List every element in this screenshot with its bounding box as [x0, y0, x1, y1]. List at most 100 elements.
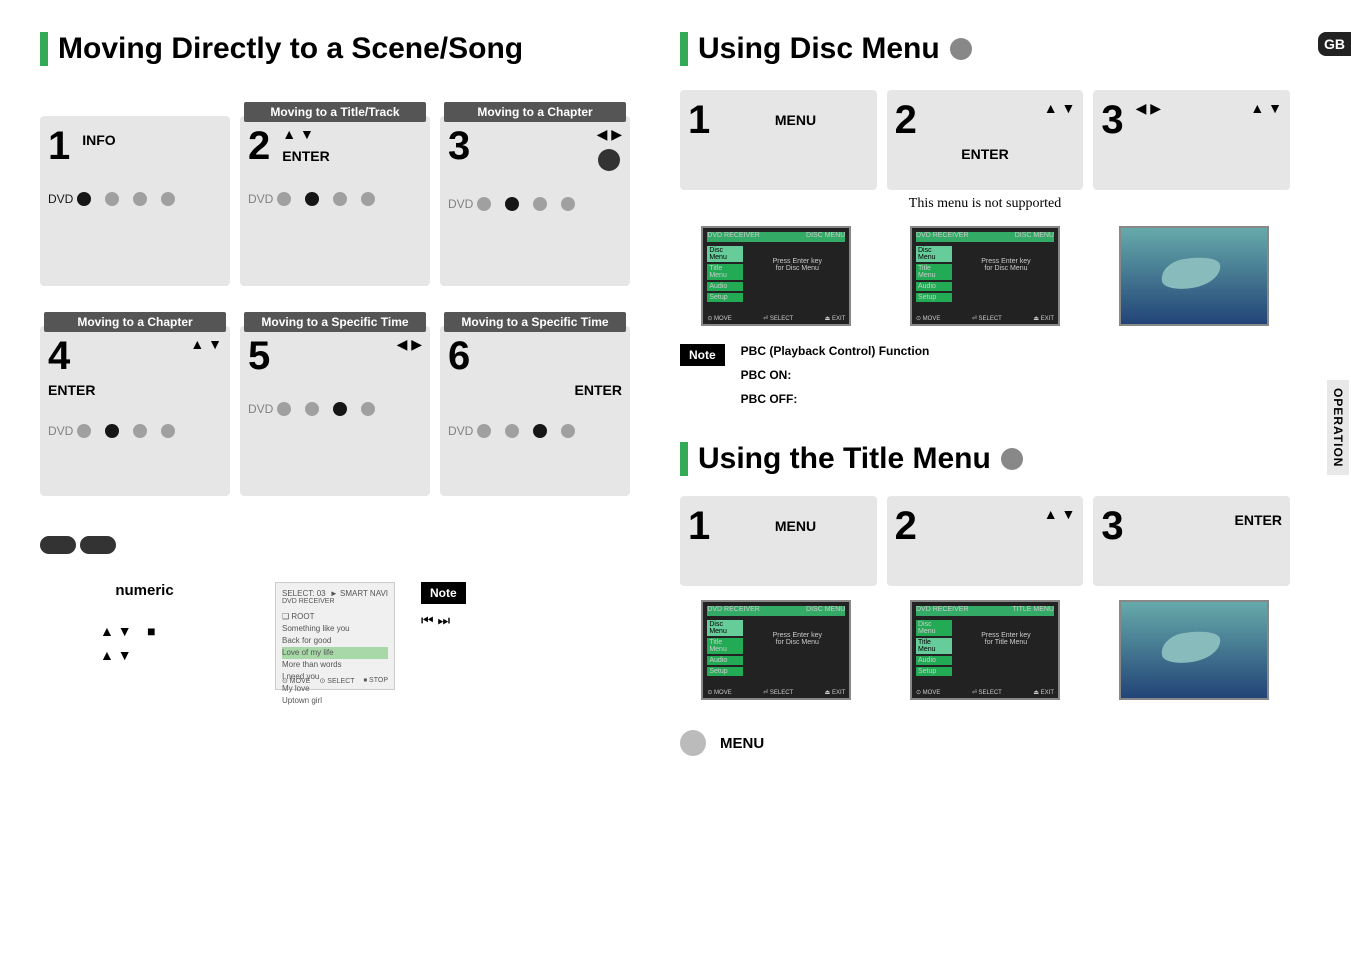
osd-row: DVD [448, 197, 622, 211]
menu-item-title-menu: Title Menu [916, 638, 952, 654]
footer-menu-hint: MENU [680, 730, 1290, 756]
osd-disc-menu-screenshot: DVD RECEIVER DISC MENU Disc Menu Title M… [701, 226, 851, 326]
arrows-left-right-icon: ◀ ▶ [1136, 100, 1161, 116]
step-title-bar: Moving to a Specific Time [244, 312, 426, 332]
disc-step-2: 2 ▲ ▼ ENTER [887, 90, 1084, 190]
left-column: Moving Directly to a Scene/Song 1 INFO D… [40, 32, 630, 690]
disc-menu-screenshots: DVD RECEIVER DISC MENU Disc Menu Title M… [680, 226, 1290, 326]
heading-moving-directly: Moving Directly to a Scene/Song [40, 32, 630, 66]
step-label-enter: ENTER [282, 148, 329, 164]
step-number: 3 [448, 126, 470, 166]
osd-angle-icon [505, 424, 519, 438]
song-item: More than words [282, 659, 388, 671]
menu-item-setup: Setup [916, 293, 952, 302]
disc-step-1: 1 MENU [680, 90, 877, 190]
osd-row: DVD [248, 402, 422, 416]
select-label: SELECT: 03 [282, 589, 326, 598]
disc-type-indicator-icon [1001, 448, 1023, 470]
pbc-note: Note PBC (Playback Control) Function PBC… [680, 344, 1290, 406]
note-badge: Note [421, 582, 466, 604]
osd-row: DVD [248, 192, 422, 206]
title-step-1: 1 MENU [680, 496, 877, 586]
osd-angle-icon [505, 197, 519, 211]
osd-disc-menu-screenshot-2: DVD RECEIVER DISC MENU Disc Menu Title M… [910, 226, 1060, 326]
arrows-up-down-icon: ▲ ▼ [282, 126, 329, 142]
menu-item-setup: Setup [707, 667, 743, 676]
osd-clock-icon [333, 192, 347, 206]
osd-row: DVD [48, 192, 222, 206]
osd-clock-icon [333, 402, 347, 416]
osd-angle-icon [105, 192, 119, 206]
pill-jpeg [80, 536, 116, 554]
arrows-up-down-icon: ▲ ▼ [1044, 100, 1076, 116]
skip-icons: ⏮ ⏭ [421, 612, 630, 629]
menu-item-audio: Audio [916, 656, 952, 665]
menu-item-disc-menu: Disc Menu [707, 620, 743, 636]
step-label-enter: ENTER [1235, 512, 1282, 528]
step-label-enter: ENTER [895, 146, 1076, 162]
numeric-label: numeric [40, 582, 249, 599]
osd-angle-icon [305, 402, 319, 416]
step-title-bar: Moving to a Chapter [444, 102, 626, 122]
step-number: 1 [48, 126, 70, 166]
osd-dvd-label: DVD [448, 197, 491, 211]
osd-row: DVD [48, 424, 222, 438]
step-card-1: 1 INFO DVD [40, 116, 230, 286]
right-column: Using Disc Menu 1 MENU 2 ▲ ▼ ENTER 3 ◀ ▶… [680, 32, 1290, 756]
menu-item-audio: Audio [707, 282, 743, 291]
menu-item-disc-menu: Disc Menu [916, 620, 952, 636]
not-supported-message: This menu is not supported [680, 196, 1290, 212]
menu-item-audio: Audio [707, 656, 743, 665]
arrows-up-down-icon: ▲ ▼ [1044, 506, 1076, 522]
step-card-4: Moving to a Chapter 4 ▲ ▼ ENTER DVD [40, 326, 230, 496]
osd-clock-icon [133, 424, 147, 438]
arrows-up-down-icon: ▲ ▼ [100, 623, 132, 639]
step-number: 4 [48, 336, 70, 376]
song-item: Back for good [282, 635, 388, 647]
stop-icon: ■ [147, 623, 155, 639]
root-folder: ❑ ROOT [282, 611, 388, 623]
step-number: 6 [448, 336, 470, 376]
title-step-3: 3 ENTER [1093, 496, 1290, 586]
osd-clock-icon [533, 424, 547, 438]
disc-type-indicator-icon [950, 38, 972, 60]
osd-angle-icon [105, 424, 119, 438]
osd-repeat-icon [561, 197, 575, 211]
osd-clock-icon [533, 197, 547, 211]
osd-repeat-icon [561, 424, 575, 438]
osd-repeat-icon [361, 402, 375, 416]
step-card-3: Moving to a Chapter 3 ◀ ▶ DVD [440, 116, 630, 286]
playback-screenshot [1119, 226, 1269, 326]
title-step-2: 2 ▲ ▼ [887, 496, 1084, 586]
steps-grid-top: 1 INFO DVD Moving to a Title/Track 2 ▲ ▼… [40, 116, 630, 286]
smart-navi-label: ► SMART NAVI [330, 589, 388, 598]
title-menu-screenshots: DVD RECEIVER DISC MENU Disc Menu Title M… [680, 600, 1290, 700]
osd-dvd-label: DVD [248, 192, 291, 206]
osd-repeat-icon [161, 424, 175, 438]
step-number: 2 [248, 126, 270, 166]
osd-repeat-icon [361, 192, 375, 206]
page-language-badge: GB [1318, 32, 1351, 56]
osd-repeat-icon [161, 192, 175, 206]
osd-title-menu-screenshot: DVD RECEIVER TITLE MENU Disc Menu Title … [910, 600, 1060, 700]
menu-item-audio: Audio [916, 282, 952, 291]
step-number: 2 [895, 100, 917, 140]
step-number: 5 [248, 336, 270, 376]
receiver-brand: DVD RECEIVER [282, 598, 388, 605]
osd-angle-icon [305, 192, 319, 206]
step-card-5: Moving to a Specific Time 5 ◀ ▶ DVD [240, 326, 430, 496]
disc-type-pills-small [40, 536, 630, 554]
mp3-section: numeric ▲ ▼ ■ ▲ ▼ SELECT: 03 ► SMART NAV… [40, 536, 630, 690]
foot-stop: ⏹ STOP [364, 677, 388, 685]
note-badge: Note [680, 344, 725, 366]
arrow-hints: ▲ ▼ ■ ▲ ▼ [40, 623, 249, 663]
step-label-enter: ENTER [448, 382, 622, 398]
step-number: 3 [1101, 100, 1123, 140]
osd-dvd-label: DVD [248, 402, 291, 416]
step-title-bar: Moving to a Specific Time [444, 312, 626, 332]
osd-clock-icon [133, 192, 147, 206]
song-item: Uptown girl [282, 695, 388, 707]
menu-item-disc-menu: Disc Menu [707, 246, 743, 262]
step-label-menu: MENU [775, 112, 816, 128]
step-title-bar: Moving to a Title/Track [244, 102, 426, 122]
